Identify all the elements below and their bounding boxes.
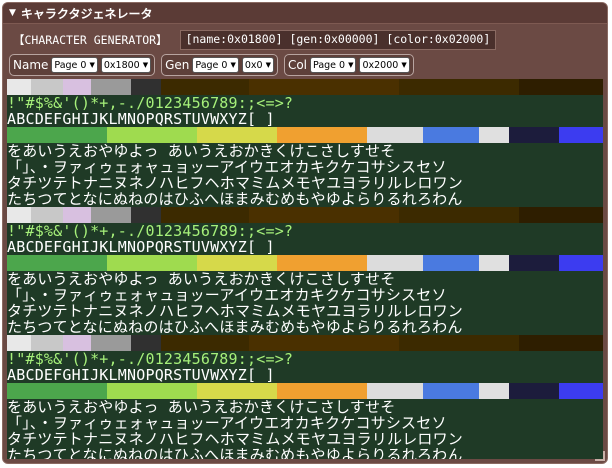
gen-table-control: Gen Page 0 ▼ 0x0 ▼ xyxy=(161,54,278,76)
color-gradient-row xyxy=(7,255,603,271)
gen-address-select[interactable]: 0x0 ▼ xyxy=(241,57,274,73)
col-table-control: Col Page 0 ▼ 0x2000 ▼ xyxy=(283,54,414,76)
pattern-block: !"#$%&'()*+,-./0123456789:;<=>? ABCDEFGH… xyxy=(7,207,603,335)
address-info-bar: 【CHARACTER GENERATOR】 [name:0x01800] [ge… xyxy=(9,30,601,50)
katakana-row: 「」、・ヲァィゥェォャュョッーアイウエオカキクケコサシスセソ xyxy=(7,159,447,175)
name-address-readout: [name:0x01800] xyxy=(185,32,283,46)
hiragana-row-2: たちつてとなにぬねのはひふへほまみむめもやゆよらりるれろわん xyxy=(7,447,463,459)
gen-table-label: Gen xyxy=(165,58,190,72)
name-table-label: Name xyxy=(13,58,49,72)
chevron-down-icon: ▼ xyxy=(265,61,271,69)
katakana-row-2: タチツテトナニヌネノハヒフヘホマミムメモヤユヨラリルレロワン xyxy=(7,303,464,319)
katakana-row: 「」、・ヲァィゥェォャュョッーアイウエオカキクケコサシスセソ xyxy=(7,415,447,431)
symbols-row: !"#$%&'()*+,-./0123456789:;<=>? xyxy=(7,351,294,367)
chevron-down-icon: ▼ xyxy=(230,61,236,69)
katakana-row: 「」、・ヲァィゥェォャュョッーアイウエオカキクケコサシスセソ xyxy=(7,287,447,303)
chevron-down-icon: ▼ xyxy=(401,61,407,69)
collapse-triangle-icon[interactable]: ▼ xyxy=(9,8,16,18)
alphabet-row: ABCDEFGHIJKLMNOPQRSTUVWXYZ[ ] xyxy=(7,367,275,383)
name-address-select[interactable]: 0x1800 ▼ xyxy=(100,57,152,73)
graphic-tile-row xyxy=(7,335,603,351)
hiragana-row: をあいうえおやゆよっ あいうえおかきくけこさしすせそ xyxy=(7,399,396,415)
graphic-tile-row xyxy=(7,207,603,223)
col-page-select[interactable]: Page 0 ▼ xyxy=(310,57,357,73)
character-generator-panel: ▼ キャラクタジェネレータ 【CHARACTER GENERATOR】 [nam… xyxy=(2,2,608,464)
pattern-block: !"#$%&'()*+,-./0123456789:;<=>? ABCDEFGH… xyxy=(7,335,603,459)
chevron-down-icon: ▼ xyxy=(142,61,149,69)
panel-title: キャラクタジェネレータ xyxy=(20,6,153,21)
katakana-row-2: タチツテトナニヌネノハヒフヘホマミムメモヤユヨラリルレロワン xyxy=(7,175,464,191)
hiragana-row: をあいうえおやゆよっ あいうえおかきくけこさしすせそ xyxy=(7,143,396,159)
alphabet-row: ABCDEFGHIJKLMNOPQRSTUVWXYZ[ ] xyxy=(7,239,275,255)
hiragana-row-2: たちつてとなにぬねのはひふへほまみむめもやゆよらりるれろわん xyxy=(7,319,463,335)
alphabet-row: ABCDEFGHIJKLMNOPQRSTUVWXYZ[ ] xyxy=(7,111,275,127)
name-page-select[interactable]: Page 0 ▼ xyxy=(51,57,98,73)
hiragana-row-2: たちつてとなにぬねのはひふへほまみむめもやゆよらりるれろわん xyxy=(7,191,463,207)
gen-address-readout: [gen:0x00000] xyxy=(289,32,380,46)
resize-handle[interactable] xyxy=(595,451,605,461)
chevron-down-icon: ▼ xyxy=(348,61,354,69)
gen-page-select[interactable]: Page 0 ▼ xyxy=(192,57,239,73)
chevron-down-icon: ▼ xyxy=(89,61,95,69)
hiragana-row: をあいうえおやゆよっ あいうえおかきくけこさしすせそ xyxy=(7,271,396,287)
katakana-row-2: タチツテトナニヌネノハヒフヘホマミムメモヤユヨラリルレロワン xyxy=(7,431,464,447)
color-gradient-row xyxy=(7,383,603,399)
col-table-label: Col xyxy=(287,58,308,72)
symbols-row: !"#$%&'()*+,-./0123456789:;<=>? xyxy=(7,223,294,239)
generator-label: 【CHARACTER GENERATOR】 xyxy=(13,33,168,47)
graphic-tile-row xyxy=(7,79,603,95)
address-readout: [name:0x01800] [gen:0x00000] [color:0x02… xyxy=(179,30,497,50)
symbols-row: !"#$%&'()*+,-./0123456789:;<=>? xyxy=(7,95,294,111)
character-pattern-canvas[interactable]: !"#$%&'()*+,-./0123456789:;<=>? ABCDEFGH… xyxy=(7,79,603,459)
table-controls: Name Page 0 ▼ 0x1800 ▼ Gen Page 0 ▼ 0x0 ▼ Co… xyxy=(9,54,601,76)
col-address-select[interactable]: 0x2000 ▼ xyxy=(359,57,410,73)
pattern-block: !"#$%&'()*+,-./0123456789:;<=>? ABCDEFGH… xyxy=(7,79,603,207)
color-address-readout: [color:0x02000] xyxy=(386,32,491,46)
color-gradient-row xyxy=(7,127,603,143)
panel-header[interactable]: ▼ キャラクタジェネレータ xyxy=(3,3,607,24)
name-table-control: Name Page 0 ▼ 0x1800 ▼ xyxy=(9,54,156,76)
